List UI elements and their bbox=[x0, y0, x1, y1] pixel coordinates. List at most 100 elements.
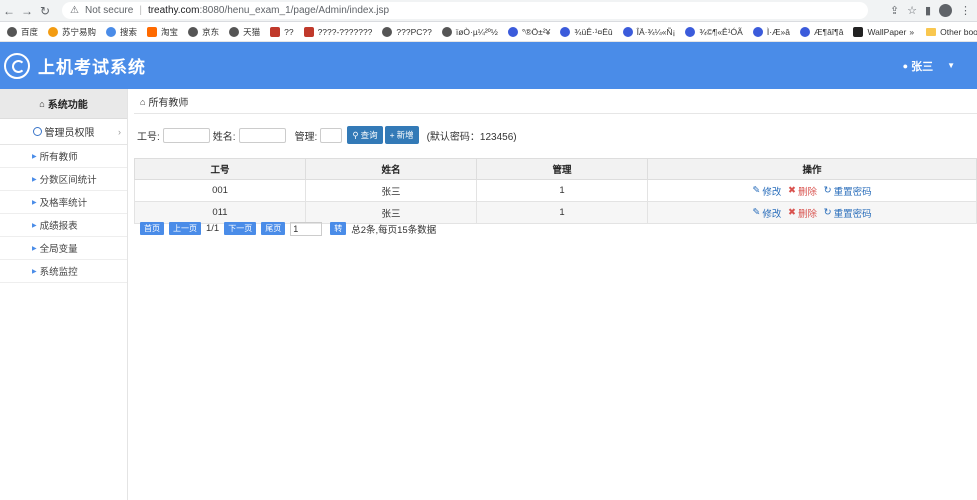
cell-id: 001 bbox=[134, 179, 306, 202]
add-button[interactable]: + 新增 bbox=[384, 126, 419, 144]
paw-icon bbox=[685, 26, 696, 37]
sidebar-item-monitor[interactable]: ▶ 系统监控 bbox=[0, 260, 127, 283]
forward-icon[interactable]: → bbox=[18, 4, 36, 18]
home-icon: ⌂ bbox=[140, 96, 146, 107]
id-label: 工号: bbox=[137, 131, 160, 143]
sidebar-item-globals[interactable]: ▶ 全局变量 bbox=[0, 237, 127, 260]
edit-link[interactable]: ✎ 修改 bbox=[752, 206, 781, 220]
bookmarks-overflow[interactable]: » bbox=[909, 27, 914, 37]
globe-icon bbox=[229, 26, 240, 37]
bookmark-item[interactable]: Ì·Æ»â bbox=[752, 26, 790, 37]
prev-page-button[interactable]: 上一页 bbox=[169, 222, 201, 235]
next-page-button[interactable]: 下一页 bbox=[224, 222, 257, 235]
bookmark-item[interactable]: WallPaper bbox=[853, 26, 906, 37]
teacher-table: 工号 姓名 管理 操作 001 张三 1 ✎ 修改 ✖ 删除 ↻ 重置密码 011 张… bbox=[134, 158, 977, 224]
bookmark-item[interactable]: °®Ö±²¥ bbox=[507, 26, 550, 37]
last-page-button[interactable]: 尾页 bbox=[261, 222, 286, 235]
chevron-right-icon: › bbox=[118, 126, 121, 137]
share-icon[interactable]: ⇪ bbox=[890, 4, 899, 17]
bookmark-item[interactable]: 苏宁易购 bbox=[48, 26, 96, 38]
sidebar-item-pass-rate[interactable]: ▶ 及格率统计 bbox=[0, 191, 127, 214]
caret-right-icon: ▶ bbox=[32, 176, 37, 183]
admin-input[interactable] bbox=[320, 127, 343, 143]
globe-icon bbox=[382, 26, 393, 37]
name-label: 姓名: bbox=[212, 131, 236, 143]
edit-icon: ✎ bbox=[752, 185, 761, 196]
user-menu[interactable]: ● 张三 ▼ bbox=[903, 58, 955, 74]
name-input[interactable] bbox=[238, 127, 286, 143]
sidebar: ⌂ 系统功能 管理员权限 › ▶ 所有教师 ▶ 分数区间统计 ▶ 及格率统计 ▶ 成绩报… bbox=[0, 89, 128, 500]
close-icon: ✖ bbox=[788, 185, 796, 196]
address-bar[interactable]: ⚠ Not secure | treathy.com :8080/henu_ex… bbox=[62, 2, 868, 19]
bookmark-item[interactable]: ¾©¶«Ê¹ÓÃ bbox=[685, 26, 743, 37]
bookmark-item[interactable]: 搜索 bbox=[106, 26, 137, 38]
browser-toolbar: ← → ↻ ⚠ Not secure | treathy.com :8080/h… bbox=[0, 0, 977, 22]
bookmark-item[interactable]: ÎÄ·¾¼«Ñ¡ bbox=[622, 26, 675, 37]
query-button[interactable]: ⚲ 查询 bbox=[347, 126, 383, 144]
bookmark-item[interactable]: 淘宝 bbox=[147, 26, 178, 38]
profile-icon[interactable] bbox=[939, 4, 952, 17]
sidebar-item-score-range[interactable]: ▶ 分数区间统计 bbox=[0, 168, 127, 191]
caret-right-icon: ▶ bbox=[32, 245, 37, 252]
reload-icon[interactable]: ↻ bbox=[36, 4, 54, 18]
caret-right-icon: ▶ bbox=[32, 222, 37, 229]
menu-icon[interactable]: ⋮ bbox=[960, 4, 971, 17]
star-icon[interactable]: ☆ bbox=[907, 4, 917, 17]
search-form: 工号: 姓名: 管理: ⚲ 查询 + 新增 (默认密码：123456) bbox=[137, 125, 517, 145]
reset-password-link[interactable]: ↻ 重置密码 bbox=[824, 206, 872, 220]
caret-right-icon: ▶ bbox=[32, 268, 37, 275]
paw-icon bbox=[622, 26, 633, 37]
sidebar-item-report[interactable]: ▶ 成绩报表 bbox=[0, 214, 127, 237]
bookmark-item[interactable]: ïøÒ·µ¼²º½ bbox=[441, 26, 498, 37]
bookmark-item[interactable]: Æ¶âî¶â bbox=[800, 26, 843, 37]
pager-summary: 总2条,每页15条数据 bbox=[351, 224, 437, 236]
app-title: 上机考试系统 bbox=[38, 58, 146, 77]
other-bookmarks[interactable]: Other bookmarks bbox=[940, 27, 977, 37]
sidepanel-icon[interactable]: ▮ bbox=[925, 4, 931, 17]
edit-icon: ✎ bbox=[752, 207, 761, 218]
cell-ops: ✎ 修改 ✖ 删除 ↻ 重置密码 bbox=[647, 201, 977, 224]
sidebar-group-admin[interactable]: 管理员权限 › bbox=[0, 119, 127, 145]
sidebar-heading: ⌂ 系统功能 bbox=[0, 89, 127, 119]
first-page-button[interactable]: 首页 bbox=[140, 222, 164, 235]
home-icon: ⌂ bbox=[39, 98, 45, 109]
bookmarks-bar: 百度 苏宁易购 搜索 淘宝 京东 天猫 ?? ????-??????? ???P… bbox=[0, 22, 977, 42]
delete-link[interactable]: ✖ 删除 bbox=[788, 206, 817, 220]
globe-icon bbox=[7, 26, 17, 37]
page-indicator: 1/1 bbox=[206, 223, 220, 234]
bookmark-item[interactable]: ?? bbox=[270, 26, 294, 37]
sidebar-item-all-teachers[interactable]: ▶ 所有教师 bbox=[0, 145, 127, 168]
breadcrumb-label: 所有教师 bbox=[148, 98, 189, 109]
edit-link[interactable]: ✎ 修改 bbox=[752, 184, 781, 198]
col-header-name: 姓名 bbox=[305, 158, 477, 180]
t-icon bbox=[303, 26, 314, 37]
caret-down-icon[interactable]: ▼ bbox=[947, 61, 955, 70]
app-header: 上机考试系统 ● 张三 ▼ bbox=[0, 42, 977, 89]
logo-icon bbox=[4, 52, 30, 79]
cell-ops: ✎ 修改 ✖ 删除 ↻ 重置密码 bbox=[647, 179, 977, 202]
search-icon bbox=[106, 26, 117, 37]
bookmark-item[interactable]: 京东 bbox=[188, 26, 219, 38]
id-input[interactable] bbox=[162, 127, 210, 143]
bookmark-item[interactable]: 天猫 bbox=[229, 26, 260, 38]
security-label: Not secure bbox=[84, 5, 134, 16]
col-header-admin: 管理 bbox=[476, 158, 648, 180]
paw-icon bbox=[507, 26, 518, 37]
page-number-input[interactable]: 1 bbox=[290, 221, 323, 236]
sidebar-group-label: 管理员权限 bbox=[44, 128, 95, 139]
cell-admin: 1 bbox=[476, 179, 648, 202]
bookmark-item[interactable]: 百度 bbox=[7, 26, 38, 38]
folder-icon bbox=[926, 27, 937, 36]
delete-link[interactable]: ✖ 删除 bbox=[788, 184, 817, 198]
go-button[interactable]: 转 bbox=[330, 222, 347, 235]
refresh-icon: ↻ bbox=[823, 185, 832, 196]
url-path: :8080/henu_exam_1/page/Admin/index.jsp bbox=[199, 5, 390, 16]
back-icon[interactable]: ← bbox=[0, 4, 18, 18]
bookmark-item[interactable]: ¾üÊ·¹¤Ëû bbox=[560, 26, 613, 37]
cell-name: 张三 bbox=[305, 179, 477, 202]
pagination: 首页 上一页 1/1 下一页 尾页 1 转 总2条,每页15条数据 bbox=[140, 221, 436, 236]
url-separator: | bbox=[139, 5, 142, 16]
reset-password-link[interactable]: ↻ 重置密码 bbox=[824, 184, 872, 198]
bookmark-item[interactable]: ???PC?? bbox=[382, 26, 432, 37]
bookmark-item[interactable]: ????-??????? bbox=[303, 26, 372, 37]
